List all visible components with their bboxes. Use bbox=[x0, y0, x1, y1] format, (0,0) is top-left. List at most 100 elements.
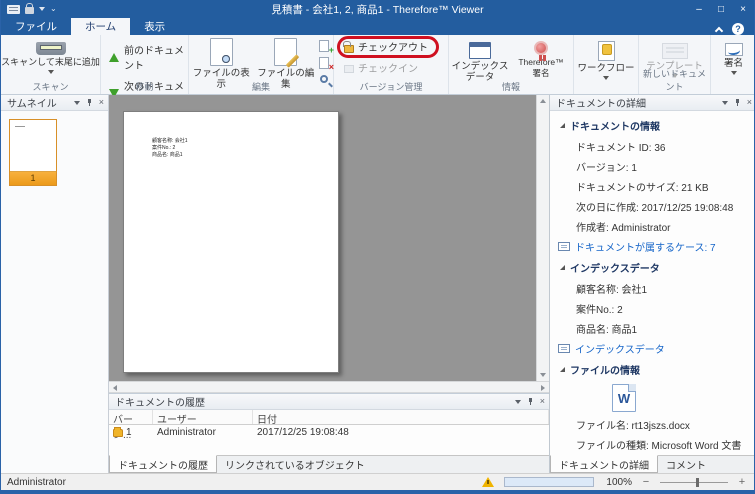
rosette-icon bbox=[534, 41, 548, 61]
history-date: 2017/12/25 19:08:48 bbox=[257, 427, 349, 438]
add-page-button[interactable]: + bbox=[318, 39, 334, 55]
chevron-down-icon bbox=[47, 70, 54, 74]
section-file-info[interactable]: ファイルの情報 bbox=[550, 359, 754, 380]
zoom-slider[interactable] bbox=[660, 477, 728, 487]
column-date[interactable]: 日付 bbox=[253, 410, 549, 426]
scroll-up-icon[interactable] bbox=[540, 99, 546, 103]
ribbon-group-workflow: ワークフロー bbox=[574, 35, 639, 94]
detail-row-version: バージョン: 1 bbox=[576, 162, 637, 174]
tab-document-history[interactable]: ドキュメントの履歴 bbox=[109, 455, 217, 473]
zoom-in-button[interactable]: + bbox=[738, 476, 746, 488]
history-table-row[interactable]: 1 Administrator 2017/12/25 19:08:48 bbox=[109, 425, 549, 440]
document-text-line: 顧客名称: 会社1 bbox=[152, 138, 188, 144]
section-index-data[interactable]: インデックスデータ bbox=[550, 257, 754, 278]
scan-append-button[interactable]: スキャンして末尾に追加 bbox=[1, 35, 100, 74]
scroll-left-icon[interactable] bbox=[113, 385, 117, 391]
checkin-button: チェックイン bbox=[334, 56, 448, 77]
page-thumbnail[interactable]: 1 bbox=[9, 119, 57, 186]
thumbnail-panel: サムネイル × 1 bbox=[1, 95, 109, 473]
lock-icon[interactable] bbox=[25, 3, 34, 14]
therefore-signature-button[interactable]: Therefore™ 署名 bbox=[511, 35, 571, 83]
close-icon[interactable]: × bbox=[747, 98, 752, 107]
checkout-button[interactable]: チェックアウト bbox=[334, 35, 448, 56]
sign-button[interactable]: 署名 bbox=[711, 35, 754, 75]
detail-row-document-size: ドキュメントのサイズ: 21 KB bbox=[576, 182, 709, 194]
detail-row-customer-name: 顧客名称: 会社1 bbox=[576, 284, 648, 296]
close-button[interactable]: × bbox=[732, 1, 754, 17]
minimize-button[interactable]: – bbox=[688, 1, 710, 17]
pane-menu-icon[interactable] bbox=[721, 100, 728, 105]
group-label-info: 情報 bbox=[501, 82, 520, 92]
version-folder-icon bbox=[113, 426, 123, 437]
customize-toolbar-icon[interactable]: ⌄ bbox=[50, 5, 57, 13]
pin-icon[interactable] bbox=[734, 98, 741, 107]
zoom-out-button[interactable]: − bbox=[642, 476, 650, 488]
document-details-panel: ドキュメントの詳細 × ドキュメントの情報 ドキュメント ID: 36 バージョ… bbox=[549, 95, 754, 492]
horizontal-scrollbar[interactable] bbox=[109, 381, 549, 393]
workflow-icon bbox=[597, 41, 615, 61]
section-document-info[interactable]: ドキュメントの情報 bbox=[550, 115, 754, 136]
workflow-button[interactable]: ワークフロー bbox=[574, 35, 638, 80]
status-progress-box bbox=[504, 477, 594, 487]
page-icon bbox=[319, 40, 329, 52]
window-controls: – □ × bbox=[688, 1, 754, 17]
sign-label: 署名 bbox=[723, 58, 743, 69]
collapse-ribbon-icon[interactable] bbox=[714, 26, 724, 35]
tabrow-right-controls: ? bbox=[714, 23, 754, 35]
close-icon[interactable]: × bbox=[540, 397, 545, 406]
warning-icon[interactable] bbox=[482, 477, 494, 487]
detail-row-author: 作成者: Administrator bbox=[576, 222, 671, 234]
document-page: 顧客名称: 会社1 案件No.: 2 商品名: 商品1 bbox=[123, 111, 339, 373]
history-panel-header: ドキュメントの履歴 × bbox=[109, 394, 549, 410]
tab-home[interactable]: ホーム bbox=[71, 18, 131, 35]
pane-menu-icon[interactable] bbox=[73, 100, 80, 105]
tab-view[interactable]: 表示 bbox=[130, 18, 179, 35]
help-icon[interactable]: ? bbox=[732, 23, 744, 35]
section-index-data-label: インデックスデータ bbox=[570, 264, 660, 275]
vertical-scrollbar[interactable] bbox=[536, 95, 549, 381]
history-panel-title: ドキュメントの履歴 bbox=[115, 398, 205, 409]
status-bar: Administrator 100% − + bbox=[1, 473, 754, 490]
tab-file[interactable]: ファイル bbox=[1, 18, 71, 35]
index-data-link[interactable]: インデックスデータ bbox=[550, 338, 754, 359]
history-user: Administrator bbox=[157, 427, 216, 438]
maximize-button[interactable]: □ bbox=[710, 1, 732, 17]
case-link[interactable]: ドキュメントが属するケース: 7 bbox=[550, 236, 754, 257]
chevron-down-icon[interactable] bbox=[39, 7, 45, 11]
history-version: 1 bbox=[126, 427, 132, 438]
close-icon[interactable]: × bbox=[99, 98, 104, 107]
pin-icon[interactable] bbox=[86, 98, 93, 107]
titlebar: ⌄ 見積書 - 会社1, 2, 商品1 - Therefore™ Viewer … bbox=[1, 0, 754, 18]
ribbon-group-edit: ファイルの表示 ファイルの編集 + × 編集 bbox=[189, 35, 334, 94]
detail-row-document-id: ドキュメント ID: 36 bbox=[576, 142, 666, 154]
previous-document-button[interactable]: 前のドキュメント bbox=[101, 39, 188, 75]
document-card-icon[interactable] bbox=[7, 4, 20, 14]
column-user[interactable]: ユーザー bbox=[153, 410, 253, 426]
tab-comments[interactable]: コメント bbox=[658, 456, 714, 473]
therefore-viewer-window: ⌄ 見積書 - 会社1, 2, 商品1 - Therefore™ Viewer … bbox=[0, 0, 755, 494]
group-label-edit: 編集 bbox=[251, 82, 270, 92]
detail-row-file-type: ファイルの種類: Microsoft Word 文書 bbox=[576, 440, 742, 452]
scroll-right-icon[interactable] bbox=[541, 385, 545, 391]
details-panel-title: ドキュメントの詳細 bbox=[556, 99, 646, 110]
center-area: 顧客名称: 会社1 案件No.: 2 商品名: 商品1 ドキュメントの履歴 × bbox=[109, 95, 549, 473]
delete-page-button[interactable]: × bbox=[318, 56, 334, 72]
window-title: 見積書 - 会社1, 2, 商品1 - Therefore™ Viewer bbox=[271, 3, 484, 16]
page-icon bbox=[319, 57, 329, 69]
scroll-down-icon[interactable] bbox=[540, 373, 546, 377]
document-viewer[interactable]: 顧客名称: 会社1 案件No.: 2 商品名: 商品1 bbox=[109, 95, 549, 381]
ribbon: スキャンして末尾に追加 スキャン 前のドキュメント 次のドキュメント 移動 bbox=[1, 35, 754, 108]
pin-icon[interactable] bbox=[527, 397, 534, 406]
index-form-icon bbox=[469, 42, 491, 59]
column-version[interactable]: バージ... bbox=[109, 410, 153, 441]
pane-menu-icon[interactable] bbox=[514, 399, 521, 404]
zoom-slider-handle[interactable] bbox=[696, 477, 699, 487]
signature-icon bbox=[724, 43, 743, 56]
index-data-button[interactable]: インデックス データ bbox=[449, 35, 511, 83]
tab-document-details[interactable]: ドキュメントの詳細 bbox=[550, 455, 658, 473]
pencil-icon bbox=[286, 54, 300, 68]
window-bottom-border bbox=[1, 490, 754, 494]
index-form-icon bbox=[558, 344, 570, 353]
tab-linked-objects[interactable]: リンクされているオブジェクト bbox=[217, 456, 373, 473]
word-file-icon[interactable]: W bbox=[612, 384, 636, 412]
